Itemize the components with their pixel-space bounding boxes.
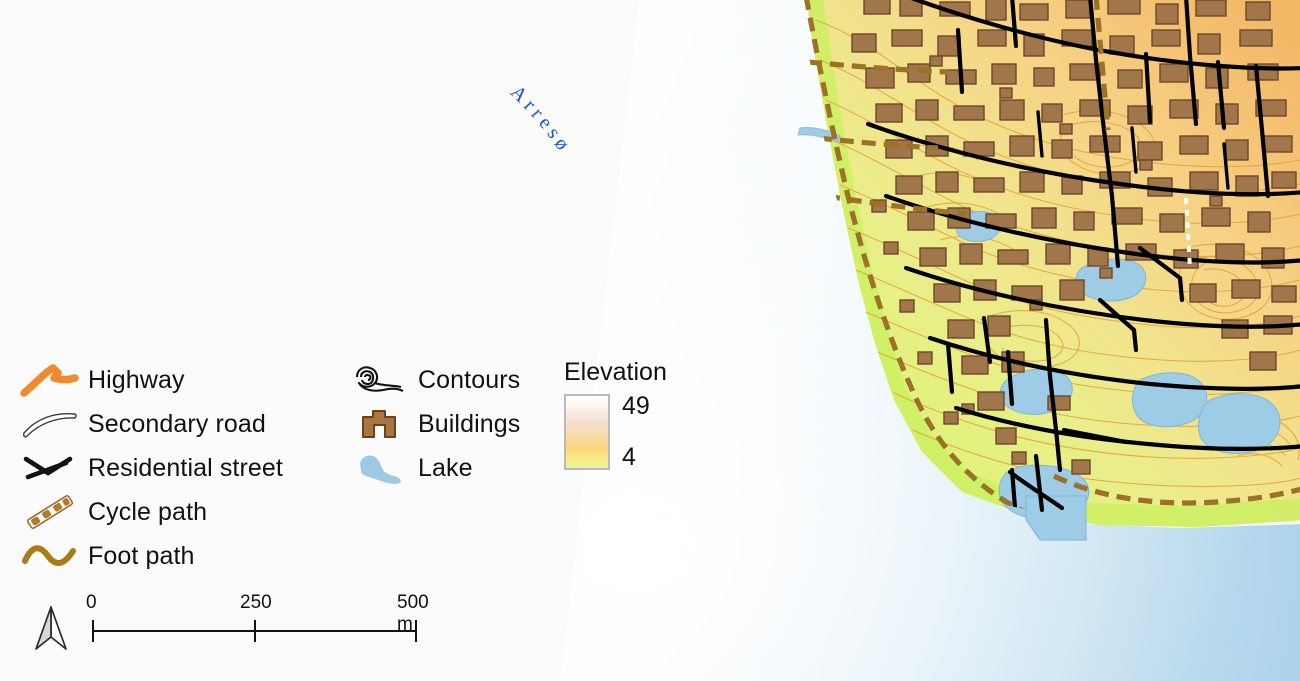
scale-tick-end — [415, 620, 417, 642]
legend-column-elevation: Elevation 49 4 — [558, 358, 698, 470]
legend-item-secondary-road[interactable]: Secondary road — [18, 402, 338, 446]
scale-label-250: 250 — [240, 592, 272, 613]
legend-label-highway: Highway — [88, 365, 185, 394]
legend-item-cycle-path[interactable]: Cycle path — [18, 490, 338, 534]
elevation-title: Elevation — [564, 358, 667, 386]
legend-label-buildings: Buildings — [418, 409, 521, 438]
contours-icon — [348, 360, 412, 400]
legend-column-features: Contours Buildings Lake — [348, 358, 548, 490]
scale-bar: 0 250 500 m — [30, 592, 460, 662]
legend-item-foot-path[interactable]: Foot path — [18, 534, 338, 578]
legend-item-buildings[interactable]: Buildings — [348, 402, 548, 446]
secondary-road-icon — [18, 404, 82, 444]
buildings-icon — [348, 404, 412, 444]
map-page: Arresø Highway Secondary road Residentia… — [0, 0, 1300, 681]
legend-label-foot-path: Foot path — [88, 541, 195, 570]
elevation-color-ramp — [564, 394, 610, 470]
residential-street-icon — [18, 448, 82, 488]
elevation-min-value: 4 — [622, 443, 636, 471]
elevation-max-value: 49 — [622, 392, 650, 420]
north-arrow-icon — [35, 606, 67, 650]
legend-label-contours: Contours — [418, 365, 521, 394]
legend-item-contours[interactable]: Contours — [348, 358, 548, 402]
lake-icon — [348, 448, 412, 488]
legend-item-residential-street[interactable]: Residential street — [18, 446, 338, 490]
legend-label-residential-street: Residential street — [88, 453, 283, 482]
scale-tick-mid — [254, 620, 256, 642]
legend-item-highway[interactable]: Highway — [18, 358, 338, 402]
scale-tick-start — [92, 620, 94, 642]
legend-item-lake[interactable]: Lake — [348, 446, 548, 490]
scale-label-0: 0 — [86, 592, 97, 613]
legend-label-lake: Lake — [418, 453, 473, 482]
foot-path-icon — [18, 536, 82, 576]
legend-label-secondary-road: Secondary road — [88, 409, 266, 438]
legend-label-cycle-path: Cycle path — [88, 497, 208, 526]
legend: Highway Secondary road Residential stree… — [18, 358, 698, 588]
scale-ticks: 0 250 500 m — [86, 592, 432, 662]
cycle-path-icon — [18, 492, 82, 532]
legend-column-roads: Highway Secondary road Residential stree… — [18, 358, 338, 578]
highway-icon — [18, 360, 82, 400]
